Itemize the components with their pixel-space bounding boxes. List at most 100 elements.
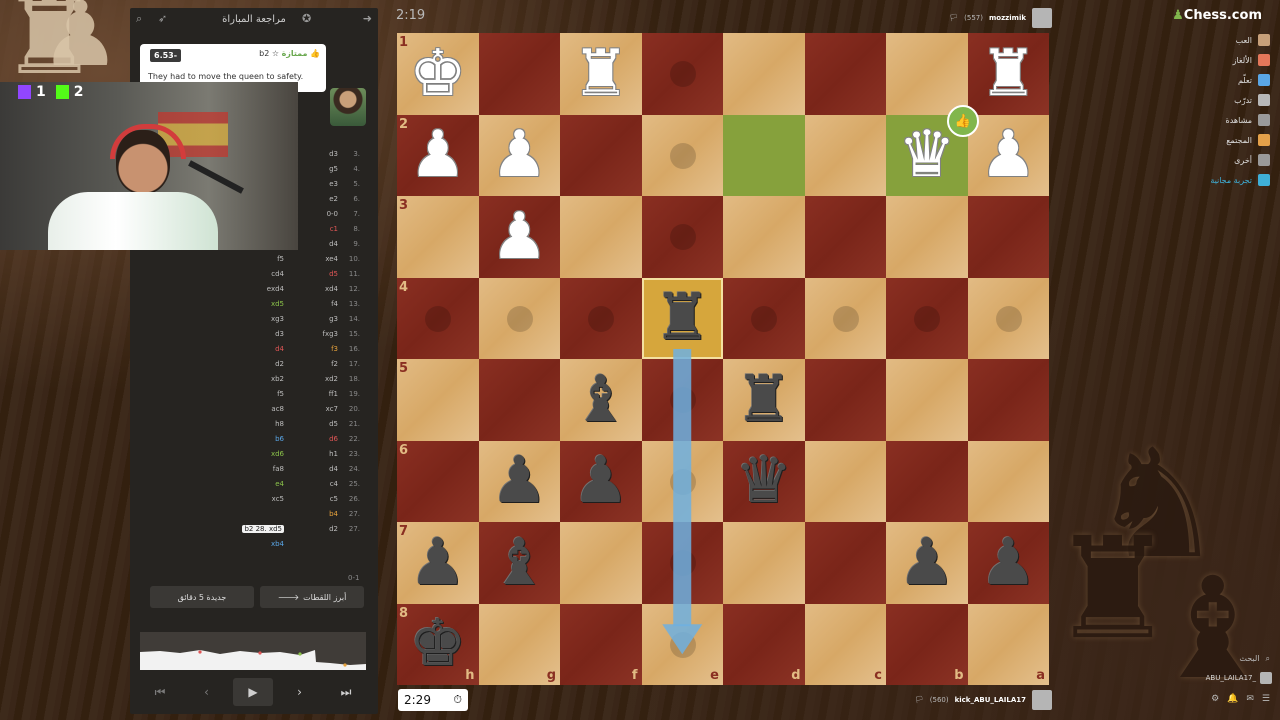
play-button[interactable]: ▶ — [233, 678, 273, 706]
next-move-button[interactable]: › — [280, 678, 320, 706]
black-move[interactable]: fxg3 — [290, 330, 338, 338]
black-move[interactable]: f3 — [290, 345, 338, 353]
white-move[interactable]: xg3 — [228, 315, 284, 323]
move-row[interactable]: 19. ff1 f5 — [140, 390, 370, 405]
board-square[interactable] — [560, 277, 642, 359]
move-row[interactable]: 11. d5 cd4 — [140, 270, 370, 285]
black-move[interactable]: d2 — [290, 525, 338, 533]
board-square[interactable] — [641, 33, 723, 115]
black-piece[interactable]: ♟ — [968, 522, 1050, 604]
move-row[interactable]: xb4 — [140, 540, 370, 555]
black-move[interactable]: d5 — [290, 420, 338, 428]
black-piece[interactable]: ♝ — [479, 522, 561, 604]
nav-item[interactable]: الألغاز — [1233, 52, 1270, 68]
white-move[interactable]: h8 — [228, 420, 284, 428]
board-square[interactable] — [967, 359, 1049, 441]
legal-move-dot[interactable] — [751, 305, 777, 332]
move-row[interactable]: 21. d5 h8 — [140, 420, 370, 435]
legal-move-dot[interactable] — [669, 142, 696, 169]
board-square[interactable]: a — [967, 603, 1049, 685]
white-piece[interactable]: ♟ — [968, 115, 1050, 197]
nav-item[interactable]: تدرّب — [1234, 92, 1270, 108]
board-square[interactable]: c — [804, 603, 886, 685]
white-move[interactable]: fa8 — [228, 465, 284, 473]
board-square[interactable] — [886, 196, 968, 278]
white-move[interactable]: d4 — [228, 345, 284, 353]
board-square[interactable]: 5 — [397, 359, 479, 441]
black-move[interactable]: xe4 — [290, 255, 338, 263]
white-move[interactable]: f5 — [228, 255, 284, 263]
white-move[interactable]: xd5 — [228, 300, 284, 308]
white-move[interactable]: exd4 — [228, 285, 284, 293]
last-move-button[interactable]: ⏭ — [326, 678, 366, 706]
white-move[interactable]: b2 28. xd5 — [228, 525, 284, 533]
black-move[interactable]: xd2 — [290, 375, 338, 383]
nav-item[interactable]: تعلّم — [1238, 72, 1270, 88]
legal-move-dot[interactable] — [669, 631, 696, 658]
board-square[interactable]: 3 — [397, 196, 479, 278]
move-row[interactable]: 14. g3 xg3 — [140, 315, 370, 330]
board-square[interactable] — [560, 522, 642, 604]
white-move[interactable]: xb2 — [228, 375, 284, 383]
black-move[interactable]: xd4 — [290, 285, 338, 293]
white-move[interactable]: f5 — [228, 390, 284, 398]
board-square[interactable]: 6 — [397, 440, 479, 522]
legal-move-dot[interactable] — [506, 305, 533, 332]
search-icon[interactable]: ⌕ — [136, 12, 142, 26]
white-piece[interactable]: ♟ — [479, 115, 561, 197]
board-square[interactable] — [804, 440, 886, 522]
black-piece[interactable]: ♜ — [642, 278, 724, 360]
move-row[interactable]: 15. fxg3 d3 — [140, 330, 370, 345]
search-link[interactable]: البحث ⌕ — [1239, 654, 1270, 664]
legal-move-dot[interactable] — [669, 224, 696, 250]
move-row[interactable]: 13. f4 xd5 — [140, 300, 370, 315]
white-move[interactable]: d3 — [228, 330, 284, 338]
white-move[interactable]: e4 — [228, 480, 284, 488]
white-move[interactable]: cd4 — [228, 270, 284, 278]
first-move-button[interactable]: ⏮ — [140, 678, 180, 706]
board-square[interactable]: e — [641, 603, 723, 685]
settings-icon[interactable]: ⚙ — [1211, 694, 1219, 704]
collapse-arrow-icon[interactable]: ➜ — [363, 12, 372, 25]
white-piece[interactable]: ♜ — [560, 33, 642, 115]
black-piece[interactable]: ♟ — [479, 441, 561, 523]
board-square[interactable] — [641, 359, 723, 441]
move-row[interactable]: 10. xe4 f5 — [140, 255, 370, 270]
nav-item[interactable]: مشاهدة — [1226, 112, 1270, 128]
board-square[interactable] — [723, 114, 805, 196]
black-move[interactable]: d5 — [290, 270, 338, 278]
board-square[interactable] — [804, 33, 886, 115]
board-square[interactable]: f — [560, 603, 642, 685]
board-square[interactable]: 4 — [397, 277, 479, 359]
board-square[interactable] — [804, 277, 886, 359]
legal-move-dot[interactable] — [995, 305, 1022, 332]
black-move[interactable]: ff1 — [290, 390, 338, 398]
key-moments-button[interactable]: 🡒 أبرز اللقطات — [260, 586, 364, 608]
move-row[interactable]: 24. d4 fa8 — [140, 465, 370, 480]
board-square[interactable] — [478, 33, 560, 115]
white-piece[interactable]: ♜ — [968, 33, 1050, 115]
black-piece[interactable]: ♛ — [723, 441, 805, 523]
move-row[interactable]: 20. xc7 ac8 — [140, 405, 370, 420]
black-move[interactable]: d4 — [290, 465, 338, 473]
legal-move-dot[interactable] — [669, 468, 696, 495]
black-move[interactable]: xc7 — [290, 405, 338, 413]
board-square[interactable] — [723, 522, 805, 604]
black-move[interactable]: c5 — [290, 495, 338, 503]
evaluation-graph[interactable] — [140, 632, 366, 670]
black-piece[interactable]: ♜ — [723, 359, 805, 441]
board-square[interactable] — [804, 196, 886, 278]
black-move[interactable]: b4 — [290, 510, 338, 518]
black-move[interactable]: f4 — [290, 300, 338, 308]
board-square[interactable] — [641, 522, 723, 604]
white-move[interactable]: d2 — [228, 360, 284, 368]
move-row[interactable]: 18. xd2 xb2 — [140, 375, 370, 390]
legal-move-dot[interactable] — [669, 550, 696, 576]
board-square[interactable] — [886, 277, 968, 359]
board-square[interactable] — [478, 277, 560, 359]
black-move[interactable]: c4 — [290, 480, 338, 488]
board-square[interactable] — [886, 359, 968, 441]
white-move[interactable]: b6 — [228, 435, 284, 443]
board-square[interactable] — [967, 196, 1049, 278]
board-square[interactable] — [804, 114, 886, 196]
